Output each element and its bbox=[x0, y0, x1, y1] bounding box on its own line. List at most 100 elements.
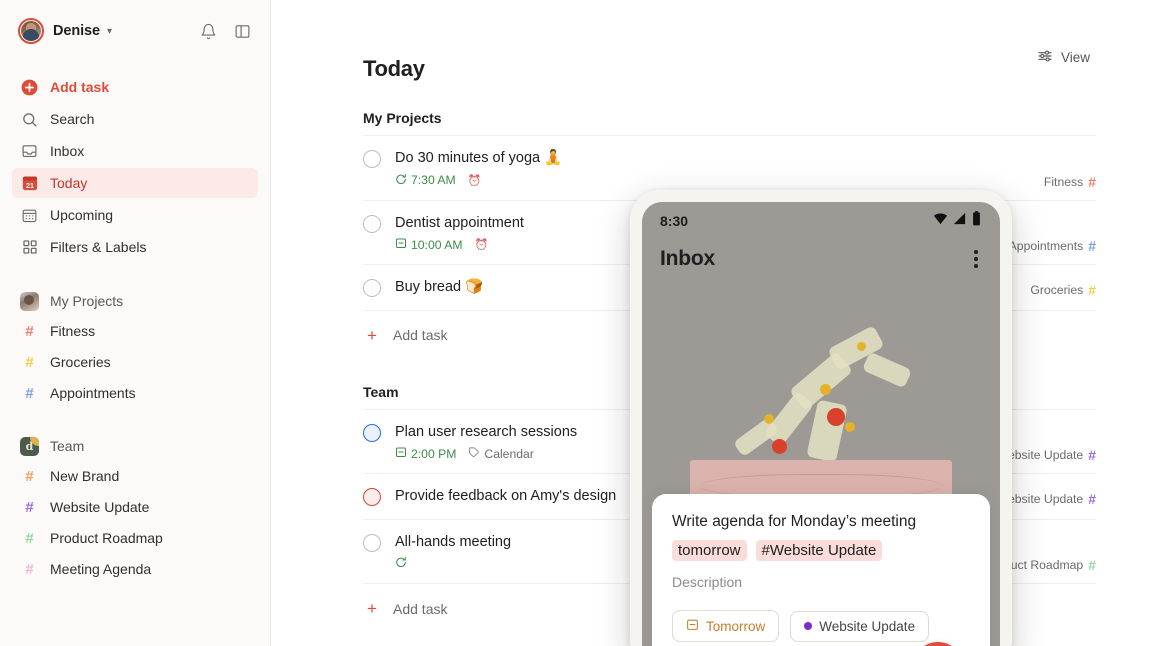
filters-labels-icon bbox=[20, 238, 39, 257]
my-projects-avatar bbox=[20, 291, 39, 311]
sidebar-item-filters-labels[interactable]: Filters & Labels bbox=[12, 232, 258, 262]
due-date-pill-label: Tomorrow bbox=[706, 618, 766, 634]
hash-icon: # bbox=[25, 529, 34, 547]
due-date-pill[interactable]: Tomorrow bbox=[672, 610, 780, 643]
team-avatar-letter: d bbox=[25, 439, 34, 453]
status-time: 8:30 bbox=[660, 213, 689, 229]
task-project-label: Appointments bbox=[1008, 239, 1084, 254]
task-checkbox[interactable] bbox=[363, 214, 381, 233]
hash-icon: # bbox=[1088, 281, 1096, 298]
task-title: Do 30 minutes of yoga 🧘 bbox=[395, 150, 563, 166]
project-pill[interactable]: Website Update bbox=[790, 610, 930, 642]
view-button-label: View bbox=[1060, 50, 1090, 65]
sidebar-project-groceries[interactable]: # Groceries bbox=[12, 347, 258, 377]
hash-icon: # bbox=[1088, 447, 1096, 464]
sidebar-project-product-roadmap[interactable]: # Product Roadmap bbox=[12, 523, 258, 553]
task-project[interactable]: Fitness # bbox=[1044, 174, 1096, 190]
task-project[interactable]: Groceries # bbox=[1030, 282, 1096, 298]
phone-overlay: 8:30 Inbox Write agenda for Monday’s mee… bbox=[630, 190, 1012, 646]
svg-text:21: 21 bbox=[26, 182, 34, 190]
view-button[interactable]: View bbox=[1031, 44, 1096, 71]
sidebar-group-label: My Projects bbox=[50, 293, 124, 309]
avatar-image bbox=[21, 21, 41, 41]
task-label: Calendar bbox=[468, 446, 534, 461]
notifications-icon[interactable] bbox=[194, 17, 222, 45]
task-label-text: Calendar bbox=[484, 446, 534, 461]
app-root: Denise ▾ Add task Search Inbox 21 Today … bbox=[0, 0, 1158, 646]
sidebar-header-actions bbox=[194, 17, 256, 45]
avatar bbox=[18, 18, 44, 44]
calendar-upcoming-icon bbox=[20, 206, 39, 225]
user-name: Denise bbox=[53, 23, 100, 39]
sheet-description-placeholder[interactable]: Description bbox=[672, 574, 970, 590]
calendar-icon bbox=[395, 446, 407, 461]
sidebar-toggle-icon[interactable] bbox=[228, 17, 256, 45]
chip-date[interactable]: tomorrow bbox=[672, 540, 747, 562]
task-detail-sheet: Write agenda for Monday’s meeting tomorr… bbox=[652, 494, 990, 646]
task-project[interactable]: Appointments # bbox=[1009, 238, 1096, 254]
hash-icon: # bbox=[25, 353, 34, 371]
phone-title: Inbox bbox=[660, 247, 715, 270]
sidebar-group-team[interactable]: d Team bbox=[12, 431, 258, 461]
task-checkbox[interactable] bbox=[363, 150, 381, 168]
sidebar-project-appointments[interactable]: # Appointments bbox=[12, 378, 258, 408]
phone-status-bar: 8:30 bbox=[642, 202, 1000, 240]
sidebar-project-label: Appointments bbox=[50, 385, 136, 401]
sidebar-item-search[interactable]: Search bbox=[12, 104, 258, 134]
task-meta: 7:30 AM ⏰ bbox=[395, 173, 1096, 188]
signal-icon bbox=[952, 211, 967, 231]
sliders-icon bbox=[1037, 48, 1053, 67]
task-checkbox[interactable] bbox=[363, 423, 381, 442]
sheet-task-title[interactable]: Write agenda for Monday’s meeting bbox=[672, 512, 970, 532]
sidebar-item-label: Add task bbox=[50, 79, 110, 95]
hash-icon: # bbox=[25, 498, 34, 516]
task-reminder-icon: ⏰ bbox=[467, 174, 482, 187]
task-checkbox[interactable] bbox=[363, 279, 381, 298]
calendar-today-icon: 21 bbox=[20, 174, 39, 193]
empty-state-illustration bbox=[642, 322, 1000, 528]
user-menu-button[interactable]: Denise ▾ bbox=[14, 14, 118, 48]
task-checkbox[interactable] bbox=[363, 488, 381, 507]
sidebar-project-new-brand[interactable]: # New Brand bbox=[12, 461, 258, 491]
section-title: My Projects bbox=[363, 110, 442, 126]
hash-icon: # bbox=[1088, 557, 1096, 574]
sidebar-project-label: Website Update bbox=[50, 499, 150, 515]
hash-icon: # bbox=[1088, 173, 1096, 190]
chip-project[interactable]: #Website Update bbox=[755, 540, 883, 562]
phone-screen: 8:30 Inbox Write agenda for Monday’s mee… bbox=[642, 202, 1000, 646]
plus-circle-icon bbox=[20, 78, 39, 97]
sidebar-item-label: Inbox bbox=[50, 143, 85, 159]
task-reminder-icon: ⏰ bbox=[474, 239, 489, 252]
sidebar-header: Denise ▾ bbox=[12, 0, 258, 62]
battery-icon bbox=[971, 211, 982, 231]
add-task-label: Add task bbox=[393, 327, 448, 344]
sidebar-item-inbox[interactable]: Inbox bbox=[12, 136, 258, 166]
calendar-icon bbox=[395, 237, 407, 252]
sidebar-group-my-projects[interactable]: My Projects bbox=[12, 286, 258, 316]
task-checkbox[interactable] bbox=[363, 533, 381, 552]
project-dot-icon bbox=[804, 622, 813, 631]
sidebar-project-website-update[interactable]: # Website Update bbox=[12, 492, 258, 522]
task-body: Do 30 minutes of yoga 🧘 7:30 AM ⏰ bbox=[395, 149, 1096, 188]
sidebar-item-label: Search bbox=[50, 111, 95, 127]
sidebar-project-label: New Brand bbox=[50, 468, 120, 484]
sidebar: Denise ▾ Add task Search Inbox 21 Today … bbox=[0, 0, 271, 646]
sidebar-project-meeting-agenda[interactable]: # Meeting Agenda bbox=[12, 554, 258, 584]
plus-icon: + bbox=[367, 599, 377, 619]
hash-icon: # bbox=[1088, 490, 1096, 507]
task-due-text: 7:30 AM bbox=[411, 173, 456, 188]
sidebar-item-upcoming[interactable]: Upcoming bbox=[12, 200, 258, 230]
sidebar-item-add-task[interactable]: Add task bbox=[12, 72, 258, 102]
task-recurring bbox=[395, 556, 407, 571]
hash-icon: # bbox=[1088, 238, 1096, 255]
sheet-actions: Tomorrow Website Update bbox=[672, 610, 970, 643]
task-due-text: 10:00 AM bbox=[411, 237, 463, 252]
project-pill-label: Website Update bbox=[819, 618, 916, 634]
sidebar-project-label: Product Roadmap bbox=[50, 530, 163, 546]
sidebar-project-fitness[interactable]: # Fitness bbox=[12, 316, 258, 346]
task-due-text: 2:00 PM bbox=[411, 446, 457, 461]
recurring-icon bbox=[395, 173, 407, 188]
sidebar-item-today[interactable]: 21 Today bbox=[12, 168, 258, 198]
more-vertical-icon[interactable] bbox=[970, 244, 982, 274]
send-icon[interactable] bbox=[912, 642, 964, 646]
